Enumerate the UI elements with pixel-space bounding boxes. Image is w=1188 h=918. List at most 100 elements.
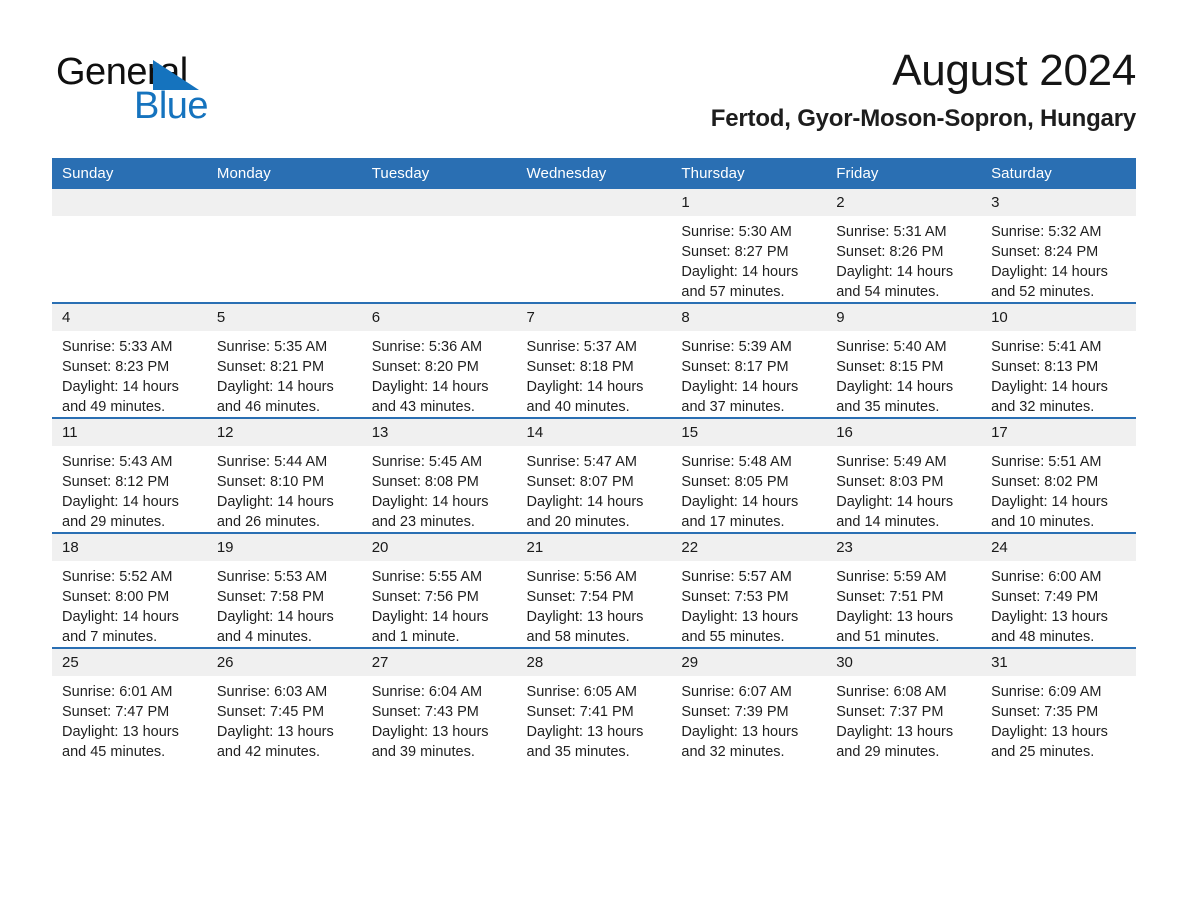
- sunset-text: Sunset: 8:27 PM: [681, 244, 789, 260]
- daylight-text: Daylight: 14 hours and 32 minutes.: [991, 379, 1108, 415]
- day-number: 12: [206, 419, 362, 446]
- calendar-day-cell[interactable]: 27 Sunrise: 6:04 AM Sunset: 7:43 PM Dayligh…: [361, 647, 517, 762]
- calendar-day-cell[interactable]: 18 Sunrise: 5:52 AM Sunset: 8:00 PM Dayligh…: [52, 532, 207, 648]
- day-details: Sunrise: 5:40 AM Sunset: 8:15 PM Daylight:…: [826, 331, 981, 417]
- daylight-text: Daylight: 14 hours and 35 minutes.: [836, 379, 954, 415]
- calendar-page: General Blue August 2024 Fertod, Gyor-Mo…: [0, 0, 1188, 918]
- sunrise-text: Sunrise: 5:45 AM: [371, 454, 483, 470]
- day-details: Sunrise: 5:47 AM Sunset: 8:07 PM Daylight:…: [517, 446, 672, 532]
- day-details: Sunrise: 6:09 AM Sunset: 7:35 PM Daylight:…: [981, 676, 1136, 762]
- calendar-day-cell[interactable]: 4 Sunrise: 5:33 AM Sunset: 8:23 PM Daylight…: [52, 302, 207, 418]
- calendar-day-cell[interactable]: 23 Sunrise: 5:59 AM Sunset: 7:51 PM Dayligh…: [826, 532, 982, 648]
- sunset-text: Sunset: 8:21 PM: [216, 359, 325, 375]
- calendar-day-cell[interactable]: 1 Sunrise: 5:30 AM Sunset: 8:27 PM Daylight…: [671, 189, 827, 303]
- calendar-day-cell[interactable]: 15 Sunrise: 5:48 AM Sunset: 8:05 PM Dayligh…: [671, 417, 827, 533]
- sunset-text: Sunset: 8:02 PM: [991, 474, 1099, 490]
- sunset-text: Sunset: 7:37 PM: [836, 704, 944, 720]
- sunset-text: Sunset: 7:49 PM: [991, 589, 1099, 605]
- calendar-day-cell[interactable]: 20 Sunrise: 5:55 AM Sunset: 7:56 PM Dayligh…: [361, 532, 517, 648]
- calendar-day-cell[interactable]: 22 Sunrise: 5:57 AM Sunset: 7:53 PM Dayligh…: [671, 532, 827, 648]
- day-number: 20: [361, 534, 517, 561]
- calendar-day-cell[interactable]: 8 Sunrise: 5:39 AM Sunset: 8:17 PM Daylight…: [671, 302, 827, 418]
- sunset-text: Sunset: 8:07 PM: [526, 474, 634, 490]
- day-details: Sunrise: 5:51 AM Sunset: 8:02 PM Daylight:…: [981, 446, 1136, 532]
- daylight-text: Daylight: 14 hours and 43 minutes.: [371, 379, 489, 415]
- calendar-day-cell[interactable]: 29 Sunrise: 6:07 AM Sunset: 7:39 PM Dayligh…: [671, 647, 827, 762]
- sunrise-text: Sunrise: 5:40 AM: [836, 339, 947, 355]
- location-subtitle: Fertod, Gyor-Moson-Sopron, Hungary: [710, 105, 1136, 132]
- day-number: 9: [826, 304, 982, 331]
- day-number: [361, 189, 517, 216]
- day-number: 17: [981, 419, 1136, 446]
- daylight-text: Daylight: 13 hours and 45 minutes.: [62, 724, 179, 760]
- calendar-day-cell[interactable]: 5 Sunrise: 5:35 AM Sunset: 8:21 PM Daylight…: [206, 302, 362, 418]
- daylight-text: Daylight: 13 hours and 58 minutes.: [526, 609, 644, 645]
- calendar-day-cell[interactable]: 17 Sunrise: 5:51 AM Sunset: 8:02 PM Dayligh…: [981, 417, 1136, 533]
- weekday-header-sunday: Sunday: [52, 158, 207, 189]
- calendar-table: Sunday Monday Tuesday Wednesday Thursday…: [52, 158, 1136, 762]
- daylight-text: Daylight: 13 hours and 42 minutes.: [216, 724, 334, 760]
- day-number: 11: [52, 419, 207, 446]
- day-number: 31: [981, 649, 1136, 676]
- general-blue-logo[interactable]: General Blue: [56, 52, 356, 138]
- sunset-text: Sunset: 7:51 PM: [836, 589, 944, 605]
- calendar-day-cell[interactable]: 12 Sunrise: 5:44 AM Sunset: 8:10 PM Dayligh…: [206, 417, 362, 533]
- daylight-text: Daylight: 13 hours and 55 minutes.: [681, 609, 799, 645]
- day-number: 10: [981, 304, 1136, 331]
- calendar-day-cell[interactable]: 26 Sunrise: 6:03 AM Sunset: 7:45 PM Dayligh…: [206, 647, 362, 762]
- day-details: Sunrise: 5:39 AM Sunset: 8:17 PM Daylight:…: [671, 331, 826, 417]
- sunset-text: Sunset: 8:10 PM: [216, 474, 325, 490]
- calendar-day-cell[interactable]: 14 Sunrise: 5:47 AM Sunset: 8:07 PM Dayligh…: [516, 417, 672, 533]
- daylight-text: Daylight: 14 hours and 49 minutes.: [62, 379, 179, 415]
- daylight-text: Daylight: 13 hours and 25 minutes.: [991, 724, 1108, 760]
- calendar-day-cell[interactable]: 2 Sunrise: 5:31 AM Sunset: 8:26 PM Daylight…: [826, 189, 982, 303]
- sunset-text: Sunset: 8:23 PM: [62, 359, 170, 375]
- day-number: 1: [671, 189, 827, 216]
- sunset-text: Sunset: 8:05 PM: [681, 474, 789, 490]
- calendar-day-cell[interactable]: 7 Sunrise: 5:37 AM Sunset: 8:18 PM Daylight…: [516, 302, 672, 418]
- day-number: 6: [361, 304, 517, 331]
- sunset-text: Sunset: 7:35 PM: [991, 704, 1099, 720]
- sunrise-text: Sunrise: 6:09 AM: [991, 684, 1102, 700]
- sunrise-text: Sunrise: 5:37 AM: [526, 339, 637, 355]
- calendar-day-cell[interactable]: 10 Sunrise: 5:41 AM Sunset: 8:13 PM Dayligh…: [981, 302, 1136, 418]
- sunrise-text: Sunrise: 5:41 AM: [991, 339, 1102, 355]
- calendar-week-row: 4 Sunrise: 5:33 AM Sunset: 8:23 PM Daylight…: [52, 302, 1136, 418]
- day-details: Sunrise: 5:44 AM Sunset: 8:10 PM Daylight:…: [207, 446, 362, 532]
- sunrise-text: Sunrise: 6:03 AM: [216, 684, 328, 700]
- calendar-day-cell[interactable]: 11 Sunrise: 5:43 AM Sunset: 8:12 PM Dayligh…: [52, 417, 207, 533]
- day-number: 7: [516, 304, 672, 331]
- daylight-text: Daylight: 14 hours and 37 minutes.: [681, 379, 799, 415]
- calendar-day-cell[interactable]: 19 Sunrise: 5:53 AM Sunset: 7:58 PM Dayligh…: [206, 532, 362, 648]
- daylight-text: Daylight: 14 hours and 29 minutes.: [62, 494, 179, 530]
- sunset-text: Sunset: 8:08 PM: [371, 474, 479, 490]
- sunrise-text: Sunrise: 5:51 AM: [991, 454, 1102, 470]
- day-details: Sunrise: 6:08 AM Sunset: 7:37 PM Daylight:…: [826, 676, 981, 762]
- day-details: Sunrise: 5:55 AM Sunset: 7:56 PM Daylight:…: [362, 561, 517, 647]
- day-number: 24: [981, 534, 1136, 561]
- calendar-day-cell[interactable]: 21 Sunrise: 5:56 AM Sunset: 7:54 PM Dayligh…: [516, 532, 672, 648]
- calendar-day-cell[interactable]: 16 Sunrise: 5:49 AM Sunset: 8:03 PM Dayligh…: [826, 417, 982, 533]
- calendar-day-cell[interactable]: 28 Sunrise: 6:05 AM Sunset: 7:41 PM Dayligh…: [516, 647, 672, 762]
- day-details: Sunrise: 5:45 AM Sunset: 8:08 PM Daylight:…: [362, 446, 517, 532]
- daylight-text: Daylight: 14 hours and 4 minutes.: [216, 609, 334, 645]
- daylight-text: Daylight: 14 hours and 17 minutes.: [681, 494, 799, 530]
- daylight-text: Daylight: 14 hours and 23 minutes.: [371, 494, 489, 530]
- calendar-week-row: 25 Sunrise: 6:01 AM Sunset: 7:47 PM Dayligh…: [52, 647, 1136, 762]
- daylight-text: Daylight: 13 hours and 29 minutes.: [836, 724, 954, 760]
- day-number: 16: [826, 419, 982, 446]
- sunset-text: Sunset: 8:15 PM: [836, 359, 944, 375]
- calendar-day-cell[interactable]: 13 Sunrise: 5:45 AM Sunset: 8:08 PM Dayligh…: [361, 417, 517, 533]
- calendar-day-cell[interactable]: 6 Sunrise: 5:36 AM Sunset: 8:20 PM Daylight…: [361, 302, 517, 418]
- calendar-day-cell[interactable]: 24 Sunrise: 6:00 AM Sunset: 7:49 PM Dayligh…: [981, 532, 1136, 648]
- day-number: 5: [206, 304, 362, 331]
- sunrise-text: Sunrise: 5:33 AM: [62, 339, 173, 355]
- calendar-day-cell[interactable]: 31 Sunrise: 6:09 AM Sunset: 7:35 PM Dayligh…: [981, 647, 1136, 762]
- calendar-week-row: 11 Sunrise: 5:43 AM Sunset: 8:12 PM Dayligh…: [52, 417, 1136, 533]
- sunrise-text: Sunrise: 5:31 AM: [836, 224, 947, 240]
- calendar-day-cell[interactable]: 30 Sunrise: 6:08 AM Sunset: 7:37 PM Dayligh…: [826, 647, 982, 762]
- weekday-header-wednesday: Wednesday: [516, 158, 672, 189]
- calendar-day-cell[interactable]: 9 Sunrise: 5:40 AM Sunset: 8:15 PM Daylight…: [826, 302, 982, 418]
- calendar-day-cell[interactable]: 25 Sunrise: 6:01 AM Sunset: 7:47 PM Dayligh…: [52, 647, 207, 762]
- calendar-day-cell[interactable]: 3 Sunrise: 5:32 AM Sunset: 8:24 PM Daylight…: [981, 189, 1136, 303]
